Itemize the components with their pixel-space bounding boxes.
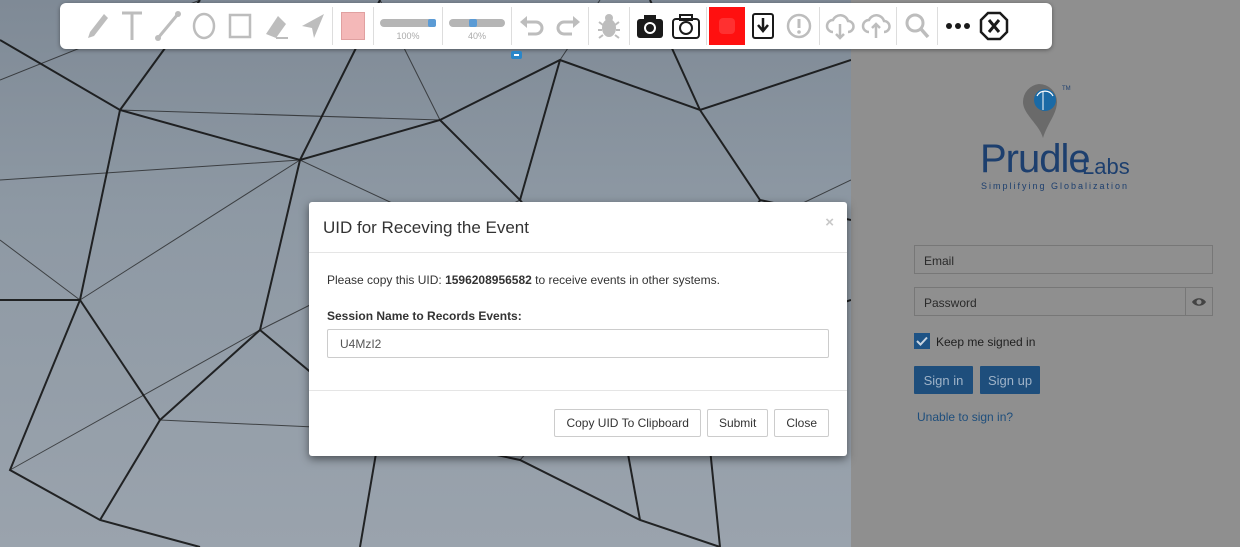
size-slider[interactable]: 100% bbox=[378, 6, 438, 46]
toolbar-divider bbox=[896, 7, 897, 45]
pencil-icon[interactable] bbox=[78, 6, 114, 46]
opacity-slider-value: 40% bbox=[467, 31, 486, 41]
close-button[interactable]: Close bbox=[774, 409, 829, 437]
uid-suffix: to receive events in other systems. bbox=[531, 273, 720, 287]
cloud-upload-icon[interactable] bbox=[858, 6, 894, 46]
bug-icon[interactable] bbox=[591, 6, 627, 46]
uid-modal: UID for Receving the Event × Please copy… bbox=[309, 202, 847, 456]
unable-to-sign-in-link[interactable]: Unable to sign in? bbox=[917, 410, 1013, 424]
modal-header: UID for Receving the Event × bbox=[309, 202, 847, 253]
camera-outline-icon[interactable] bbox=[668, 6, 704, 46]
record-button[interactable] bbox=[709, 6, 745, 46]
modal-body: Please copy this UID: 1596208956582 to r… bbox=[309, 253, 847, 391]
size-slider-value: 100% bbox=[396, 31, 420, 41]
modal-title: UID for Receving the Event bbox=[323, 218, 529, 237]
keep-signed-in-label: Keep me signed in bbox=[936, 335, 1036, 349]
opacity-slider[interactable]: 40% bbox=[447, 6, 507, 46]
color-swatch[interactable] bbox=[341, 12, 365, 40]
alert-icon[interactable] bbox=[781, 6, 817, 46]
toolbar-divider bbox=[332, 7, 333, 45]
brand-name: Prudle bbox=[980, 137, 1091, 181]
keep-signed-in-checkbox[interactable] bbox=[914, 333, 930, 349]
session-name-input[interactable]: U4MzI2 bbox=[327, 329, 829, 358]
uid-instruction: Please copy this UID: 1596208956582 to r… bbox=[327, 273, 829, 287]
toolbar-divider bbox=[937, 7, 938, 45]
session-name-label: Session Name to Records Events: bbox=[327, 309, 522, 323]
toolbar-divider bbox=[511, 7, 512, 45]
circle-icon[interactable] bbox=[186, 6, 222, 46]
modal-close-icon[interactable]: × bbox=[825, 214, 834, 231]
record-icon[interactable] bbox=[709, 7, 745, 45]
arrow-icon[interactable] bbox=[294, 6, 330, 46]
submit-button[interactable]: Submit bbox=[706, 409, 769, 437]
toolbar-divider bbox=[706, 7, 707, 45]
download-icon[interactable] bbox=[745, 6, 781, 46]
svg-text:TM: TM bbox=[1062, 86, 1071, 92]
show-password-icon[interactable] bbox=[1185, 288, 1212, 315]
checkmark-icon bbox=[916, 336, 928, 346]
exit-toolbar-icon[interactable] bbox=[976, 6, 1012, 46]
sign-up-button[interactable]: Sign up bbox=[980, 366, 1040, 394]
color-picker[interactable] bbox=[335, 6, 371, 46]
rectangle-icon[interactable] bbox=[222, 6, 258, 46]
text-icon[interactable] bbox=[114, 6, 150, 46]
more-icon[interactable] bbox=[940, 6, 976, 46]
toolbar-divider bbox=[588, 7, 589, 45]
cloud-download-icon[interactable] bbox=[822, 6, 858, 46]
annotation-toolbar: 100% 40% bbox=[60, 3, 1052, 49]
toolbar-collapse-handle[interactable] bbox=[511, 51, 522, 59]
toolbar-divider bbox=[819, 7, 820, 45]
email-field[interactable]: Email bbox=[914, 245, 1213, 274]
toolbar-divider bbox=[629, 7, 630, 45]
copy-uid-button[interactable]: Copy UID To Clipboard bbox=[554, 409, 701, 437]
uid-prefix: Please copy this UID: bbox=[327, 273, 446, 287]
redo-icon[interactable] bbox=[550, 6, 586, 46]
undo-icon[interactable] bbox=[514, 6, 550, 46]
brand-suffix: Labs bbox=[1082, 154, 1130, 179]
sign-in-button[interactable]: Sign in bbox=[914, 366, 973, 394]
uid-value: 1596208956582 bbox=[445, 273, 532, 287]
brand-tagline: Simplifying Globalization bbox=[981, 181, 1130, 191]
line-icon[interactable] bbox=[150, 6, 186, 46]
toolbar-divider bbox=[442, 7, 443, 45]
password-field[interactable]: Password bbox=[914, 287, 1213, 316]
camera-icon[interactable] bbox=[632, 6, 668, 46]
eraser-icon[interactable] bbox=[258, 6, 294, 46]
modal-footer: Copy UID To Clipboard Submit Close bbox=[554, 409, 829, 437]
search-icon[interactable] bbox=[899, 6, 935, 46]
toolbar-divider bbox=[373, 7, 374, 45]
